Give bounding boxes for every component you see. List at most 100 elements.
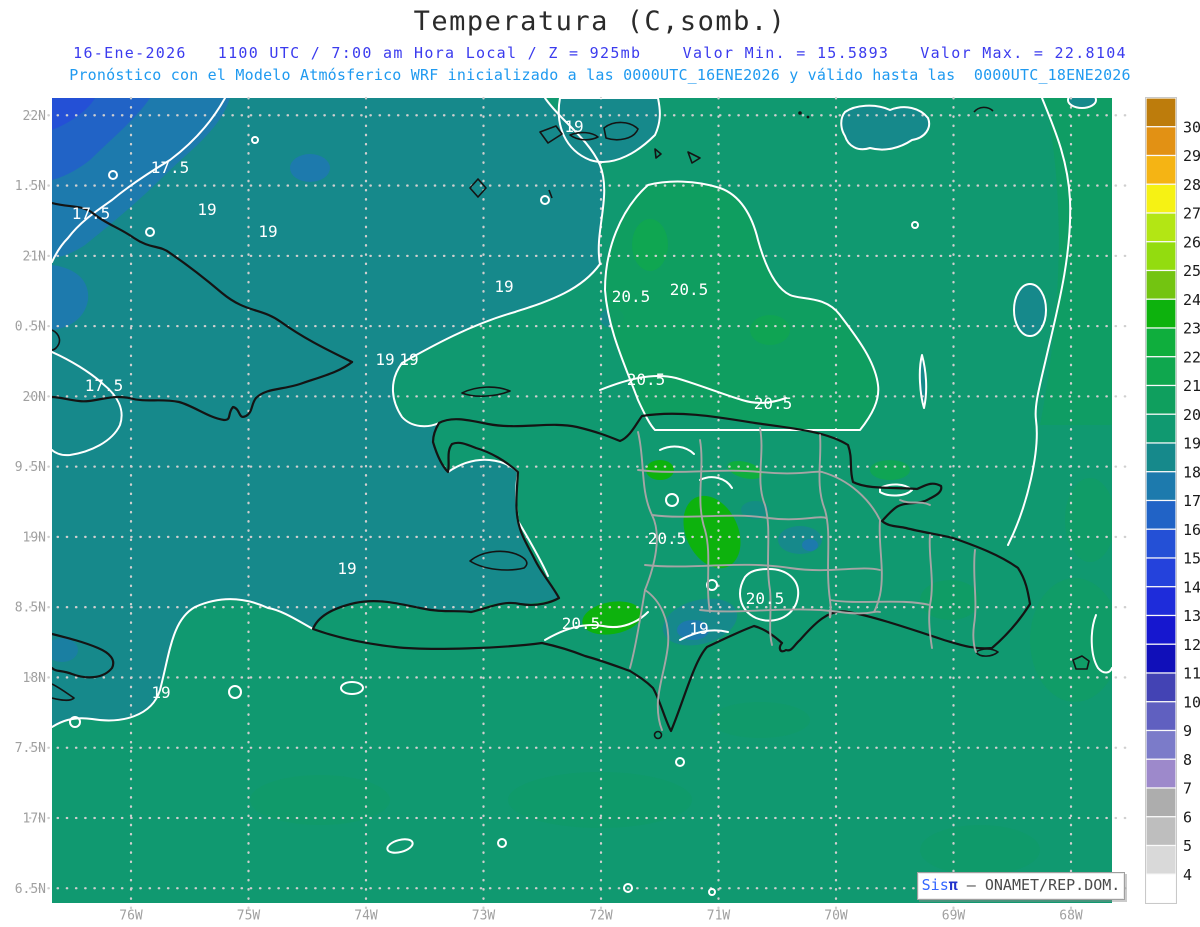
colorbar-tick-label: 28 [1183,176,1200,194]
colorbar-segment-19-20 [1145,413,1177,444]
contour-value-label: 19 [689,619,708,638]
lat-tick-label: 19N [23,530,46,545]
colorbar-tick-label: 21 [1183,377,1200,395]
contour-value-label: 20.5 [670,280,709,299]
weather-map-page: Temperatura (C,somb.) 16-Ene-2026 1100 U… [0,0,1200,927]
colorbar-segment-13-14 [1145,586,1177,617]
lon-tick-label: 76W [119,909,143,924]
field-blue-spot [290,154,330,182]
colorbar-tick-label: 20 [1183,406,1200,424]
colorbar-tick-label: 25 [1183,262,1200,280]
contour-value-label: 20.5 [562,614,601,633]
field-mtn-blue2 [802,539,818,551]
colorbar-segment-4-5 [1145,844,1177,875]
colorbar-segment-6-7 [1145,787,1177,818]
lat-tick-label: 7.5N [15,741,46,756]
colorbar-tick-label: 23 [1183,320,1200,338]
colorbar-segment-28-29 [1145,154,1177,185]
colorbar-tick-label: 26 [1183,233,1200,251]
colorbar-segment-8-9 [1145,729,1177,760]
colorbar-tick-label: 5 [1183,837,1192,855]
watermark-agency-text: – ONAMET/REP.DOM. [957,876,1121,894]
field-ne-green [870,460,910,480]
lat-tick-label: 1.5N [15,179,46,194]
lat-tick-label: 0.5N [15,320,46,335]
colorbar: 30 29 28 27 26 25 24 23 22 21 20 19 18 17 16 15 14 13 12 11… [1145,97,1200,904]
colorbar-tick-label: 8 [1183,751,1192,769]
colorbar-segment-23-24 [1145,298,1177,329]
contour-value-label: 19 [564,117,583,136]
lon-tick-label: 70W [824,909,848,924]
lat-tick-label: 17N [23,812,46,827]
colorbar-tick-label: 29 [1183,147,1200,165]
colorbar-tick-label: 12 [1183,636,1200,654]
field-warm-ssea2 [250,775,390,825]
colorbar-segment-<4 [1145,873,1177,904]
lon-tick-label: 71W [707,909,731,924]
field-blue-sw [52,638,78,662]
contour-value-label: 20.5 [612,287,651,306]
colorbar-segment-5-6 [1145,816,1177,847]
contour-value-label: 19 [375,350,394,369]
colorbar-segment-16-17 [1145,499,1177,530]
watermark-sis-text: Sis [921,876,949,894]
colorbar-segment-29-30 [1145,126,1177,157]
contour-value-label: 17.5 [151,158,190,177]
colorbar-tick-label: 10 [1183,693,1200,711]
contour-value-label: 20.5 [746,589,785,608]
lat-tick-label: 6.5N [15,882,46,897]
field-warm-se [1030,578,1112,702]
colorbar-tick-label: 19 [1183,435,1200,453]
colorbar-segment-18-19 [1145,442,1177,473]
contour-value-label: 17.5 [85,376,124,395]
lon-tick-label: 72W [589,909,613,924]
lon-tick-label: 74W [354,909,378,924]
colorbar-segment-20-21 [1145,384,1177,415]
contour-value-label: 19 [399,350,418,369]
lat-tick-label: 20N [23,390,46,405]
contour-value-label: 19 [151,683,170,702]
colorbar-tick-label: 16 [1183,521,1200,539]
field-warm-ssea1 [508,772,692,828]
colorbar-segment-12-13 [1145,614,1177,645]
colorbar-tick-label: 30 [1183,118,1200,136]
colorbar-tick-label: 9 [1183,722,1192,740]
lat-tick-label: 21N [23,249,46,264]
lon-tick-label: 75W [237,909,261,924]
colorbar-segment-17-18 [1145,471,1177,502]
contour-value-label: 19 [197,200,216,219]
colorbar-segment->30 [1145,97,1177,128]
field-warm-inner1 [632,219,668,271]
pi-icon: π [948,876,958,894]
temperature-map-plot: 17.5 17.5 19 19 19 19 19 19 17.5 20.5 20.5 20.5 20.5… [15,96,1200,924]
contour-value-label: 17.5 [72,204,111,223]
colorbar-tick-label: 11 [1183,665,1200,683]
lon-tick-label: 73W [472,909,496,924]
field-warm-ssea4 [710,702,810,738]
colorbar-segment-11-12 [1145,643,1177,674]
field-warm-e [1065,478,1112,562]
colorbar-segment-26-27 [1145,212,1177,243]
colorbar-tick-label: 17 [1183,492,1200,510]
colorbar-tick-label: 7 [1183,780,1192,798]
colorbar-segment-14-15 [1145,557,1177,588]
contour-value-label: 20.5 [627,370,666,389]
lon-tick-label: 68W [1059,909,1083,924]
colorbar-tick-label: 13 [1183,607,1200,625]
contour-value-label: 19 [258,222,277,241]
contour-value-label: 19 [494,277,513,296]
contour-value-label: 19 [337,559,356,578]
colorbar-segment-22-23 [1145,327,1177,358]
lat-tick-label: 8.5N [15,601,46,616]
colorbar-tick-label: 27 [1183,205,1200,223]
colorbar-segment-15-16 [1145,528,1177,559]
field-warm-ssea3 [920,825,1040,875]
field-warm-inner2 [750,315,790,345]
lon-tick-label: 69W [942,909,966,924]
contour-value-label: 20.5 [648,529,687,548]
lat-tick-label: 9.5N [15,460,46,475]
colorbar-tick-label: 6 [1183,808,1192,826]
field-valley-green2 [646,460,674,480]
colorbar-segment-27-28 [1145,183,1177,214]
colorbar-segment-25-26 [1145,241,1177,272]
